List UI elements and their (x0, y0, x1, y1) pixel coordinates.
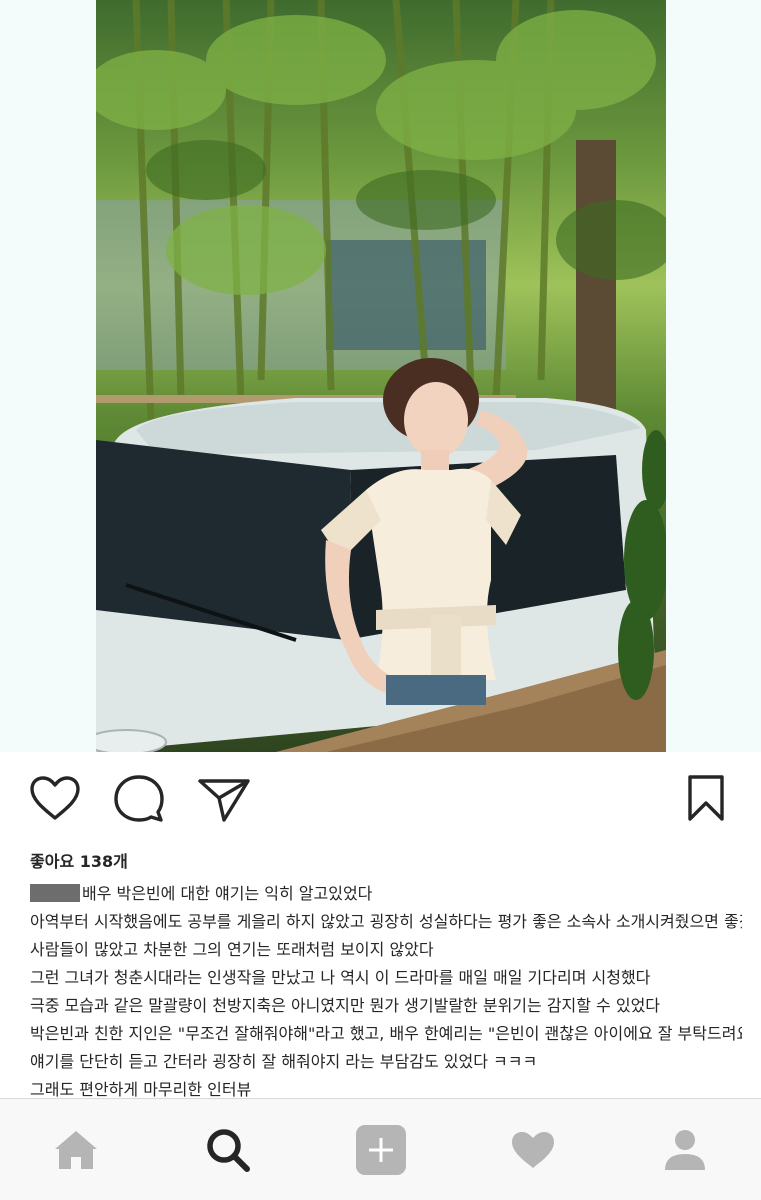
bottom-tab-bar (0, 1098, 761, 1200)
instagram-post-screen: 좋아요 138개 배우 박은빈에 대한 얘기는 익히 알고있었다 아역부터 시작… (0, 0, 761, 1200)
caption-line: 얘기를 단단히 듣고 간터라 굉장히 잘 해줘야지 라는 부담감도 있었다 ㅋㅋ… (30, 1052, 538, 1071)
caption-line: 아역부터 시작했음에도 공부를 게을리 하지 않았고 굉장히 성실하다는 평가 … (30, 912, 742, 931)
tab-add-post[interactable] (353, 1123, 409, 1177)
likes-count[interactable]: 좋아요 138개 (30, 848, 128, 872)
tab-search[interactable] (200, 1123, 256, 1177)
comment-bubble-icon (114, 775, 164, 822)
photo-background (0, 0, 761, 752)
post-action-bar (0, 770, 761, 830)
heart-outline-icon (30, 776, 80, 820)
comment-button[interactable] (111, 770, 167, 826)
share-button[interactable] (196, 770, 252, 826)
like-button[interactable] (27, 770, 83, 826)
caption-line: 박은빈과 친한 지인은 "무조건 잘해줘야해"라고 했고, 배우 한예리는 "은… (30, 1024, 742, 1043)
caption-line: 사람들이 많았고 차분한 그의 연기는 또래처럼 보이지 않았다 (30, 940, 434, 959)
paper-plane-icon (198, 779, 250, 822)
add-icon (356, 1125, 406, 1175)
photo-illustration (96, 0, 666, 752)
caption-line: 배우 박은빈에 대한 얘기는 익히 알고있었다 (30, 880, 742, 908)
bookmark-icon (688, 775, 724, 821)
post-caption: 배우 박은빈에 대한 얘기는 익히 알고있었다 아역부터 시작했음에도 공부를 … (30, 880, 742, 1076)
caption-cutoff-line: 그래도 편안하게 마무리한 인터뷰 (30, 1080, 252, 1098)
heart-icon (512, 1132, 554, 1168)
post-photo[interactable] (96, 0, 666, 752)
redacted-username (30, 884, 80, 902)
home-icon (55, 1131, 97, 1169)
search-icon (207, 1129, 250, 1172)
tab-activity[interactable] (505, 1123, 561, 1177)
profile-icon (665, 1130, 705, 1170)
caption-line: 그런 그녀가 청춘시대라는 인생작을 만났고 나 역시 이 드라마를 매일 매일… (30, 968, 651, 987)
save-button[interactable] (678, 770, 734, 826)
tab-profile[interactable] (657, 1123, 713, 1177)
caption-line: 극중 모습과 같은 말괄량이 천방지축은 아니였지만 뭔가 생기발랄한 분위기는… (30, 996, 661, 1015)
tab-home[interactable] (48, 1123, 104, 1177)
